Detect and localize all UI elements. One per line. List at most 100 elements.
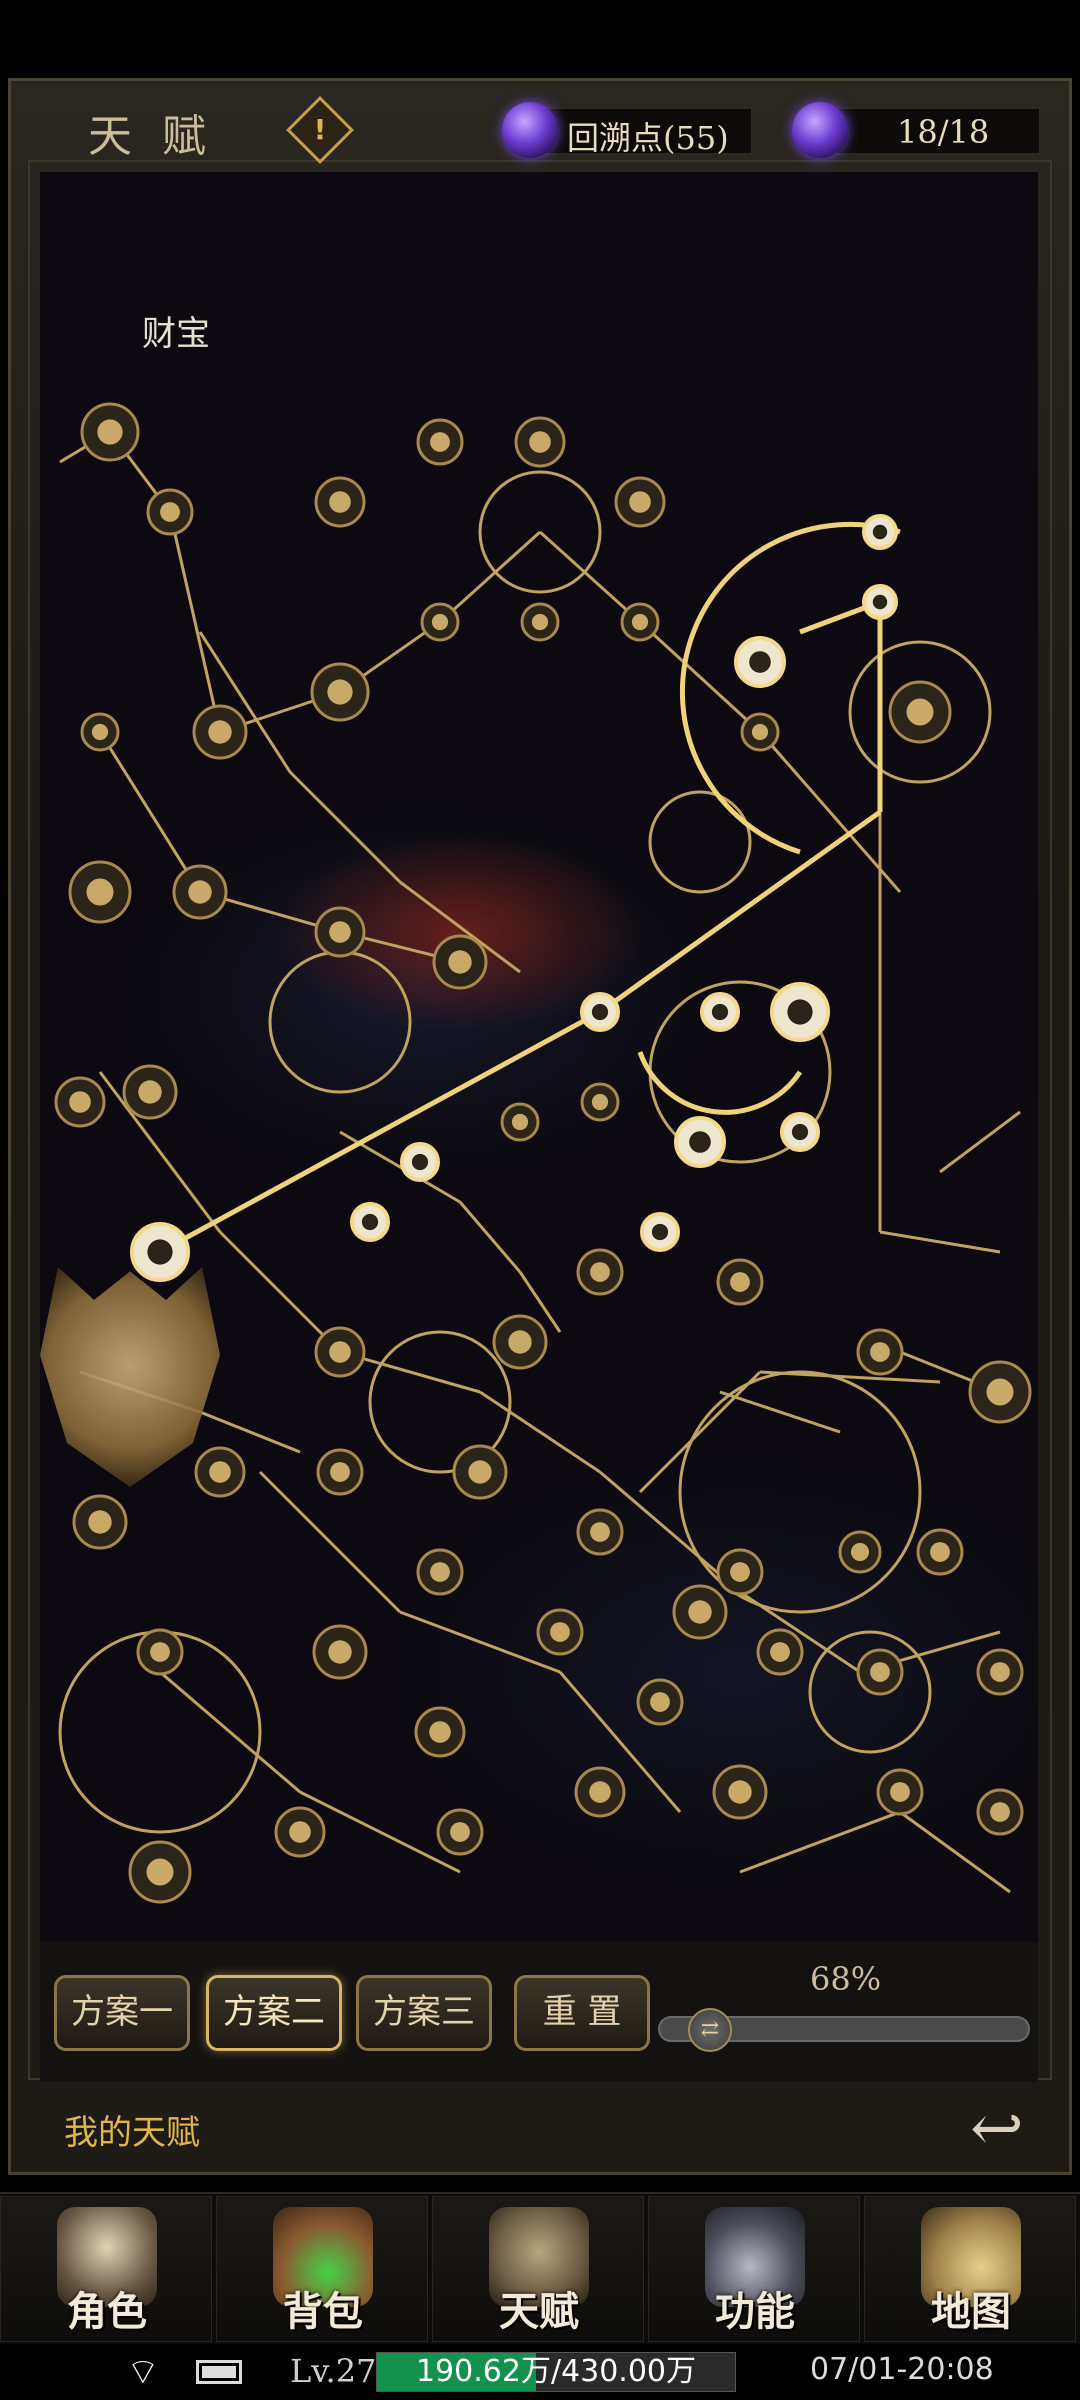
- talent-node-icon: [749, 651, 771, 673]
- talent-node-icon: [97, 419, 123, 445]
- talent-ring: [268, 950, 412, 1094]
- exp-bar: 190.62万/430.00万: [376, 2352, 736, 2392]
- talent-node-icon: [86, 878, 114, 906]
- talent-node-icon: [160, 502, 180, 522]
- talent-node-icon: [328, 1640, 352, 1664]
- talent-node-icon: [711, 1003, 729, 1021]
- talent-node-icon: [590, 1522, 610, 1542]
- talent-node-icon: [728, 1780, 752, 1804]
- talent-link: [159, 1670, 301, 1794]
- talent-node-icon: [146, 1858, 174, 1886]
- talent-node-icon: [289, 1821, 311, 1843]
- active-talent-arc: [679, 521, 901, 855]
- battery-icon: [196, 2360, 242, 2384]
- progress-percent: 68%: [810, 1960, 882, 1998]
- talent-node-icon: [930, 1542, 950, 1562]
- talent-node-icon: [990, 1802, 1010, 1822]
- nav-bag[interactable]: 背包: [216, 2196, 428, 2342]
- talent-link: [288, 770, 402, 884]
- talent-node-icon: [511, 1113, 529, 1131]
- tree-node-label: 财宝: [142, 314, 210, 354]
- talent-node-icon: [329, 1341, 351, 1363]
- talent-node-icon: [330, 1462, 350, 1482]
- top-black-bar: [0, 0, 1080, 78]
- talent-node-icon: [751, 723, 769, 741]
- talent-node-icon: [629, 491, 651, 513]
- plan-three-button[interactable]: 方案三: [356, 1975, 492, 2051]
- talent-node-icon: [91, 723, 109, 741]
- talent-node-icon: [872, 524, 888, 540]
- talent-node-icon: [150, 1642, 170, 1662]
- talent-node-icon: [138, 1080, 162, 1104]
- talent-node-icon: [851, 1543, 869, 1561]
- talent-link: [739, 1810, 901, 1874]
- talent-link: [538, 530, 642, 624]
- talent-node-icon: [508, 1330, 532, 1354]
- nav-function[interactable]: 功能: [648, 2196, 860, 2342]
- energy-orb-icon: [792, 102, 848, 158]
- swap-knob-icon[interactable]: ⇄: [688, 2008, 732, 2052]
- my-talent-link[interactable]: 我的天赋: [64, 2105, 200, 2154]
- talent-node-icon: [329, 921, 351, 943]
- talent-node-icon: [88, 1510, 112, 1534]
- talent-node-icon: [906, 698, 934, 726]
- talent-node-icon: [990, 1662, 1010, 1682]
- nav-character[interactable]: 角色: [0, 2196, 212, 2342]
- reset-button[interactable]: 重 置: [514, 1975, 650, 2051]
- plan-one-button[interactable]: 方案一: [54, 1975, 190, 2051]
- talent-node-icon: [431, 613, 449, 631]
- talent-node-icon: [650, 1692, 670, 1712]
- talent-node-icon: [870, 1662, 890, 1682]
- rewind-crystal-icon: [502, 102, 558, 158]
- player-level: Lv.27: [290, 2352, 377, 2390]
- page-title: 天 赋: [88, 111, 214, 162]
- talent-node-icon: [529, 431, 551, 453]
- talent-link: [458, 1201, 522, 1273]
- talent-node-icon: [69, 1091, 91, 1113]
- nav-label-bag: 背包: [283, 2289, 363, 2335]
- talent-node-icon: [430, 1562, 450, 1582]
- rewind-points-label: 回溯点(55): [567, 119, 729, 157]
- talent-link: [399, 1610, 561, 1674]
- talent-node-icon: [730, 1562, 750, 1582]
- talent-node-icon: [770, 1642, 790, 1662]
- plan-two-button[interactable]: 方案二: [206, 1975, 342, 2051]
- talent-link: [438, 530, 542, 624]
- talent-node-icon: [689, 1131, 711, 1153]
- talent-node-icon: [631, 613, 649, 631]
- talent-node-icon: [791, 1123, 809, 1141]
- talent-link: [939, 1110, 1021, 1174]
- nav-talent[interactable]: 天赋: [432, 2196, 644, 2342]
- talent-tree-canvas[interactable]: 财宝: [40, 172, 1038, 1942]
- talent-link: [638, 1370, 762, 1494]
- talent-node-icon: [890, 1782, 910, 1802]
- talent-node-icon: [531, 613, 549, 631]
- talent-ring: [648, 790, 752, 894]
- talent-link: [759, 1370, 941, 1384]
- wifi-icon: ⌔: [126, 2352, 160, 2393]
- talent-node-icon: [327, 679, 353, 705]
- talent-node-icon: [590, 1262, 610, 1282]
- status-bar: ⌔ Lv.27 190.62万/430.00万 07/01-20:08: [0, 2344, 1080, 2400]
- talent-node-icon: [872, 594, 888, 610]
- talent-node-icon: [329, 491, 351, 513]
- nav-label-map: 地图: [931, 2289, 1011, 2335]
- talent-ring: [678, 1370, 922, 1614]
- clock: 07/01-20:08: [810, 2352, 994, 2387]
- nav-label-function: 功能: [715, 2289, 795, 2335]
- talent-link: [719, 1390, 841, 1434]
- talent-tree-graph[interactable]: [40, 172, 1038, 1942]
- talent-node-icon: [450, 1822, 470, 1842]
- talent-node-icon: [986, 1378, 1014, 1406]
- nav-label-character: 角色: [67, 2289, 147, 2335]
- talent-node-icon: [591, 1003, 609, 1021]
- talent-node-icon: [208, 720, 232, 744]
- nav-map[interactable]: 地图: [864, 2196, 1076, 2342]
- talent-node-icon: [591, 1093, 609, 1111]
- nav-label-talent: 天赋: [499, 2289, 579, 2335]
- warning-icon: !: [313, 113, 327, 146]
- talent-node-icon: [448, 950, 472, 974]
- back-arrow-icon[interactable]: ↩: [970, 2092, 1024, 2166]
- talent-node-icon: [209, 1461, 231, 1483]
- talent-node-icon: [361, 1213, 379, 1231]
